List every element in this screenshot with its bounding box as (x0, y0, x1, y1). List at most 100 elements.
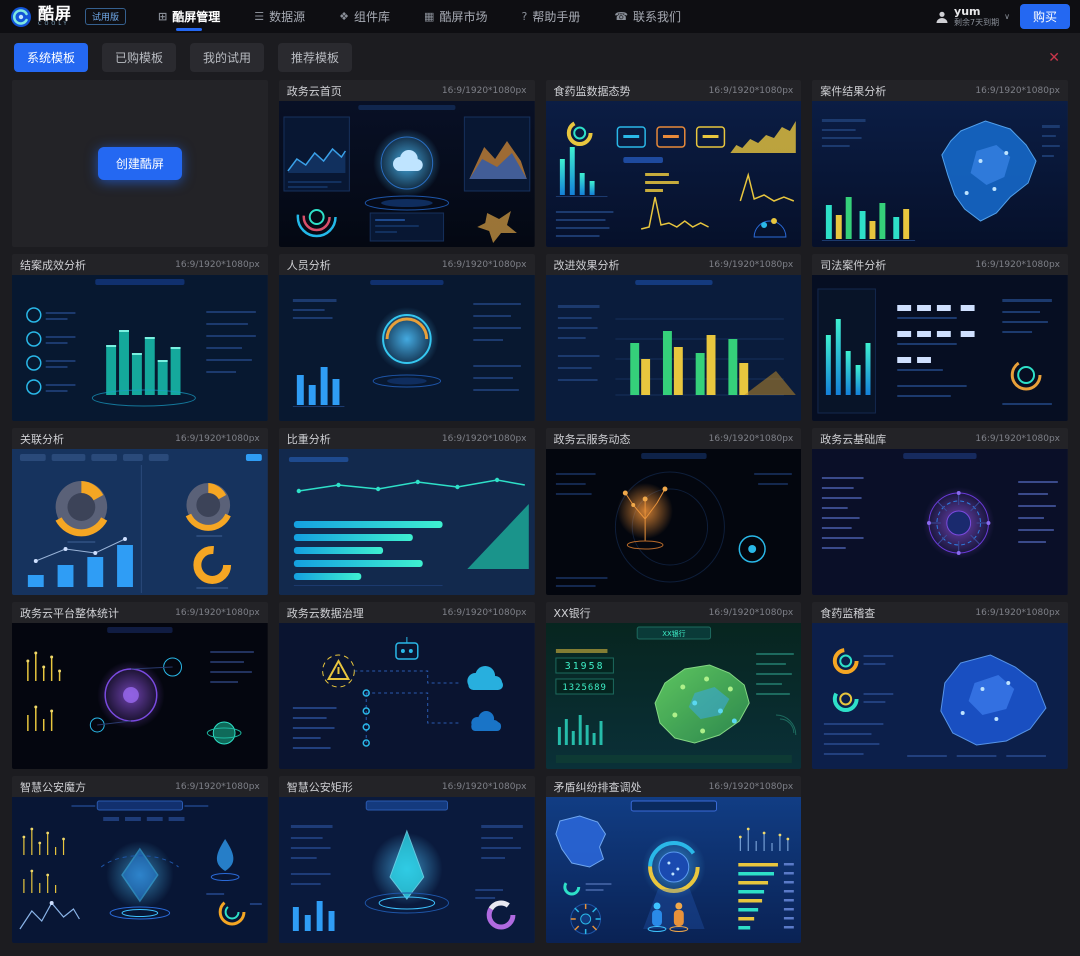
brand-subtitle: COOLY (38, 22, 72, 27)
template-size: 16:9/1920*1080px (975, 434, 1060, 444)
nav-item-contact[interactable]: ☎ 联系我们 (614, 0, 681, 33)
template-thumbnail (279, 275, 535, 421)
bank-number-1: 31958 (564, 661, 604, 672)
nav-item-screens[interactable]: ⊞ 酷屏管理 (158, 0, 220, 33)
template-thumbnail (546, 275, 802, 421)
template-title: 政务云服务动态 (554, 431, 631, 447)
tab-recommended-templates[interactable]: 推荐模板 (278, 43, 352, 72)
template-size: 16:9/1920*1080px (975, 260, 1060, 270)
template-size: 16:9/1920*1080px (442, 782, 527, 792)
template-thumbnail (812, 623, 1068, 769)
buy-button[interactable]: 购买 (1020, 4, 1070, 29)
template-size: 16:9/1920*1080px (175, 782, 260, 792)
close-icon[interactable]: ✕ (1048, 50, 1066, 66)
nav-label: 酷屏管理 (172, 8, 220, 25)
trial-badge: 试用版 (85, 8, 126, 25)
nav-item-components[interactable]: ❖ 组件库 (339, 0, 390, 33)
template-title: 食药监稽查 (820, 605, 875, 621)
nav-item-help[interactable]: ?帮助手册 (521, 0, 580, 33)
template-size: 16:9/1920*1080px (175, 434, 260, 444)
template-card[interactable]: 政务云服务动态 16:9/1920*1080px (546, 428, 802, 595)
template-title: 政务云基础库 (820, 431, 886, 447)
template-size: 16:9/1920*1080px (975, 608, 1060, 618)
template-title: 改进效果分析 (554, 257, 620, 273)
template-thumbnail (12, 797, 268, 943)
template-title: 政务云首页 (287, 83, 342, 99)
template-card[interactable]: 关联分析16:9/1920*1080px (12, 428, 268, 595)
template-card[interactable]: 改进效果分析 16:9/1920*1080px (546, 254, 802, 421)
template-title: 人员分析 (287, 257, 331, 273)
user-avatar-icon (935, 10, 949, 24)
template-thumbnail (12, 623, 268, 769)
template-card[interactable]: 智慧公安矩形 16:9/1920*1080px (279, 776, 535, 943)
template-title: 食药监数据态势 (554, 83, 631, 99)
template-card[interactable]: 政务云数据治理 16:9/1920*1080px (279, 602, 535, 769)
template-title: 政务云数据治理 (287, 605, 364, 621)
nav-label: 酷屏市场 (439, 8, 487, 25)
components-icon: ❖ (339, 10, 349, 23)
template-card[interactable]: 食药监稽查 16:9/1920*1080px (812, 602, 1068, 769)
template-thumbnail (279, 101, 535, 247)
template-card[interactable]: 案件结果分析 16:9/1920*1080px (812, 80, 1068, 247)
template-title: 智慧公安魔方 (20, 779, 86, 795)
bank-number-2: 1325689 (562, 683, 607, 693)
template-size: 16:9/1920*1080px (442, 434, 527, 444)
template-card[interactable]: 政务云平台整体统计16:9/1920*1080px (12, 602, 268, 769)
template-thumbnail (279, 623, 535, 769)
template-size: 16:9/1920*1080px (709, 608, 794, 618)
template-card[interactable]: XX银行 16:9/1920*1080px XX银行 31958 1325689 (546, 602, 802, 769)
template-card[interactable]: 政务云基础库 16:9/1920*1080px (812, 428, 1068, 595)
template-title: 结案成效分析 (20, 257, 86, 273)
template-size: 16:9/1920*1080px (442, 608, 527, 618)
template-title: 比重分析 (287, 431, 331, 447)
tab-purchased-templates[interactable]: 已购模板 (102, 43, 176, 72)
template-title: XX银行 (554, 605, 591, 621)
template-card[interactable]: 人员分析16:9/1920*1080px (279, 254, 535, 421)
template-card[interactable]: 司法案件分析 16:9/1920*1080px (812, 254, 1068, 421)
tab-system-templates[interactable]: 系统模板 (14, 43, 88, 72)
template-title: 智慧公安矩形 (287, 779, 353, 795)
template-card[interactable]: 比重分析 16:9/1920*1080px (279, 428, 535, 595)
create-screen-card[interactable]: 创建酷屏 (12, 80, 268, 247)
template-title: 案件结果分析 (820, 83, 886, 99)
template-size: 16:9/1920*1080px (175, 260, 260, 270)
template-card[interactable]: 政务云首页16:9/1920*1080px (279, 80, 535, 247)
template-size: 16:9/1920*1080px (709, 260, 794, 270)
template-card[interactable]: 矛盾纠纷排查调处16:9/1920*1080px (546, 776, 802, 943)
tab-my-trial[interactable]: 我的试用 (190, 43, 264, 72)
database-icon: ☰ (254, 10, 264, 23)
market-icon: ▦ (424, 10, 434, 23)
top-navbar: 酷屏 COOLY 试用版 ⊞ 酷屏管理 ☰ 数据源 ❖ 组件库 ▦ 酷屏市场 ?帮助手册… (0, 0, 1080, 33)
template-thumbnail: XX银行 31958 1325689 (546, 623, 802, 769)
create-screen-button[interactable]: 创建酷屏 (98, 147, 182, 180)
user-trial-status: 剩余7天到期 (954, 18, 999, 28)
template-grid: 创建酷屏 政务云首页16:9/1920*1080px 食药监数据态势16:9/1… (0, 78, 1080, 945)
brand[interactable]: 酷屏 COOLY 试用版 (10, 6, 126, 28)
template-card[interactable]: 智慧公安魔方 16:9/1920*1080px (12, 776, 268, 943)
nav-label: 数据源 (269, 8, 305, 25)
nav-label: 联系我们 (633, 8, 681, 25)
template-title: 矛盾纠纷排查调处 (554, 779, 642, 795)
template-card[interactable]: 食药监数据态势 16:9/1920*1080px (546, 80, 802, 247)
help-icon: ? (521, 10, 527, 23)
template-card[interactable]: 结案成效分析 16:9/1920*1080px (12, 254, 268, 421)
template-thumbnail (12, 449, 268, 595)
template-title: 政务云平台整体统计 (20, 605, 119, 621)
template-size: 16:9/1920*1080px (709, 86, 794, 96)
template-thumbnail (279, 797, 535, 943)
nav-item-datasource[interactable]: ☰ 数据源 (254, 0, 305, 33)
template-thumbnail (546, 797, 802, 943)
nav-label: 组件库 (354, 8, 390, 25)
screens-icon: ⊞ (158, 10, 167, 23)
phone-icon: ☎ (614, 10, 628, 23)
template-size: 16:9/1920*1080px (975, 86, 1060, 96)
template-title: 司法案件分析 (820, 257, 886, 273)
cooly-logo-icon (10, 6, 32, 28)
user-menu[interactable]: yum 剩余7天到期 ∨ (935, 5, 1010, 28)
bank-title-text: XX银行 (662, 629, 685, 638)
brand-name: 酷屏 (38, 6, 72, 22)
nav-item-market[interactable]: ▦ 酷屏市场 (424, 0, 487, 33)
template-tabbar: 系统模板 已购模板 我的试用 推荐模板 ✕ (0, 33, 1080, 78)
template-size: 16:9/1920*1080px (709, 434, 794, 444)
template-thumbnail (546, 101, 802, 247)
